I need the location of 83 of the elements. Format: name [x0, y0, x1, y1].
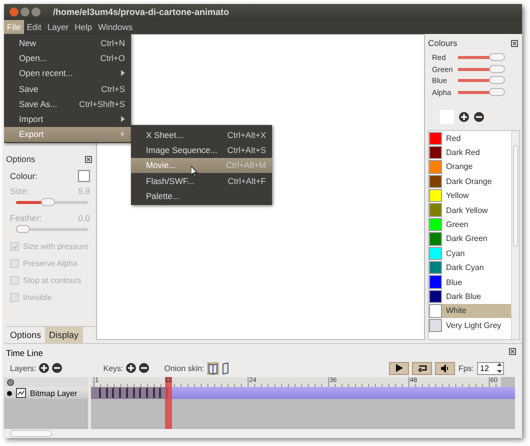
colour-list-item[interactable]: Yellow	[429, 188, 511, 203]
speaker-icon	[440, 364, 450, 372]
slider[interactable]	[458, 68, 504, 71]
panel-title: Colours	[428, 38, 458, 48]
menu-item[interactable]: Help	[72, 20, 96, 34]
layer-track[interactable]	[91, 387, 515, 399]
colour-list-item[interactable]: Orange	[429, 160, 511, 174]
visibility-icon[interactable]	[7, 378, 14, 386]
menu-item[interactable]: Image Sequence... Ctrl+Alt+S	[131, 142, 272, 158]
menu-item[interactable]: Flash/SWF... Ctrl+Alt+F	[131, 172, 272, 188]
check-icon	[12, 244, 18, 250]
colour-list-item[interactable]: Blue	[429, 274, 511, 290]
scrollbar[interactable]	[511, 131, 519, 339]
remove-icon[interactable]	[52, 363, 62, 373]
window-title: /home/el3um4s/prova-di-cartone-animato	[53, 7, 230, 17]
tab[interactable]: Display	[45, 327, 83, 343]
menu-item[interactable]: Open... Ctrl+O	[4, 50, 131, 66]
slider[interactable]	[458, 56, 504, 60]
menu-item[interactable]: Save As... Ctrl+Shift+S	[4, 96, 131, 112]
submenu-arrow-icon	[121, 70, 125, 76]
frame-ruler[interactable]	[91, 377, 501, 387]
menu-item[interactable]: Palette...	[131, 188, 272, 204]
slider[interactable]	[16, 201, 88, 204]
close-icon[interactable]	[509, 348, 516, 355]
play-button[interactable]	[389, 362, 410, 374]
slider-label: Size:	[10, 186, 29, 196]
layers-label: Layers:	[10, 364, 36, 372]
bitmap-icon	[16, 388, 26, 398]
submenu-arrow-icon	[121, 131, 125, 138]
colour-list-item[interactable]: Dark Yellow	[429, 202, 511, 218]
window-controls-icon[interactable]	[9, 7, 43, 17]
onion-skin-icon[interactable]	[222, 362, 230, 374]
remove-icon[interactable]	[474, 112, 484, 122]
loop-icon	[418, 364, 427, 372]
fps-label: Fps:	[458, 364, 474, 372]
slider[interactable]	[458, 90, 504, 94]
mouse-pointer-icon	[191, 166, 198, 177]
menu-item[interactable]: Import	[4, 111, 131, 127]
menu-item[interactable]: Edit	[24, 20, 44, 34]
colour-list-item[interactable]: Cyan	[429, 246, 511, 261]
spinner-arrows-icon[interactable]	[497, 362, 502, 374]
menu-item[interactable]: Save Ctrl+S	[4, 80, 131, 96]
slider[interactable]	[16, 228, 88, 231]
panel-title: Time Line	[6, 348, 44, 358]
menu-item[interactable]: Windows	[95, 20, 136, 34]
fps-field[interactable]: 12	[477, 362, 504, 374]
menu-item[interactable]: Open recent...	[4, 66, 131, 81]
keys-label: Keys:	[103, 364, 124, 372]
slider[interactable]	[458, 79, 504, 82]
sound-button[interactable]	[435, 362, 456, 374]
colour-list-item[interactable]: Dark Orange	[429, 174, 511, 189]
colour-list-item[interactable]: Dark Cyan	[429, 260, 511, 275]
add-icon[interactable]	[459, 112, 469, 122]
loop-button[interactable]	[412, 362, 432, 374]
close-icon[interactable]	[85, 156, 92, 162]
colour-list-item[interactable]: Dark Blue	[429, 289, 511, 304]
add-icon[interactable]	[39, 363, 50, 373]
dot-icon	[7, 390, 12, 396]
menu-item[interactable]: X Sheet... Ctrl+Alt+X	[131, 127, 272, 142]
submenu-arrow-icon	[121, 116, 125, 122]
slider-reading: 5,9	[78, 186, 90, 196]
scrollbar[interactable]	[4, 429, 522, 438]
menu-item[interactable]: Layer	[44, 20, 72, 34]
tab[interactable]: Options	[6, 327, 46, 343]
menu-item[interactable]: New Ctrl+N	[4, 35, 131, 50]
colour-list-item[interactable]: Very Light Grey	[429, 318, 511, 332]
slider-reading: 0,0	[78, 213, 90, 223]
colour-list-item[interactable]: Dark Red	[429, 145, 511, 160]
colour-list-item[interactable]: Green	[429, 217, 511, 232]
layer-row[interactable]: Bitmap Layer	[4, 387, 88, 399]
colour-swatch[interactable]	[78, 170, 90, 182]
colour-label: Colour:	[10, 171, 38, 181]
onion-skin-label: Onion skin:	[164, 364, 204, 372]
remove-icon[interactable]	[139, 363, 150, 373]
panel-title: Options	[6, 154, 36, 164]
colour-list-item[interactable]: Red	[429, 131, 511, 146]
close-icon[interactable]	[511, 40, 518, 46]
colour-list-item[interactable]: Dark Green	[429, 232, 511, 246]
onion-skin-icon[interactable]	[207, 362, 220, 374]
slider-label: Feather:	[10, 213, 42, 223]
play-icon	[395, 364, 404, 372]
colour-list-item[interactable]: White	[429, 304, 511, 318]
add-icon[interactable]	[126, 363, 136, 373]
